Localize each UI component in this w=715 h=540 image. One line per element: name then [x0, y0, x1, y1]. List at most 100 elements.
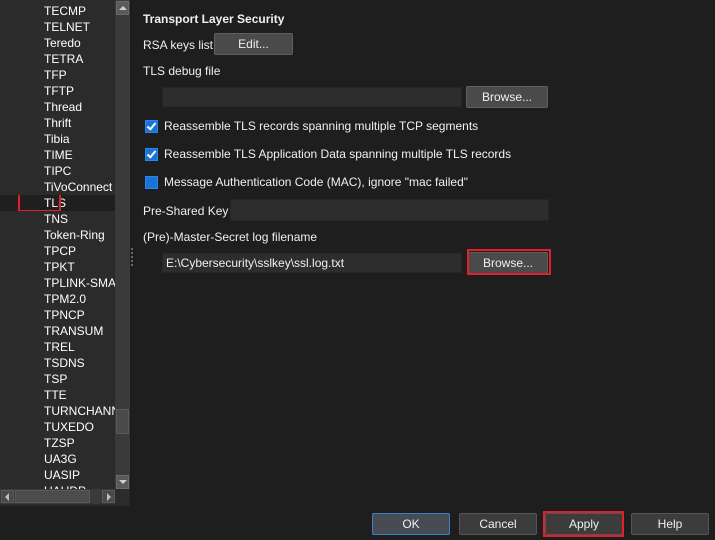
- protocol-item-label: TPCP: [44, 244, 77, 258]
- scroll-down-button[interactable]: [116, 475, 129, 489]
- protocol-item-label: TPKT: [44, 260, 75, 274]
- horizontal-scrollbar[interactable]: [0, 489, 115, 504]
- checkbox-unchecked-icon: [145, 175, 158, 189]
- mac-ignore-label: Message Authentication Code (MAC), ignor…: [164, 175, 469, 189]
- protocol-item-tzsp[interactable]: TZSP: [0, 435, 115, 451]
- vertical-scrollbar[interactable]: [115, 0, 130, 489]
- checkbox-checked-icon: [145, 119, 158, 133]
- protocol-item-tipc[interactable]: TIPC: [0, 163, 115, 179]
- protocol-tree: TECMP TELNET Teredo TETRA TFP TFTP Thread Thrif…: [0, 0, 131, 506]
- protocol-item-thrift[interactable]: Thrift: [0, 115, 115, 131]
- cancel-button[interactable]: Cancel: [459, 513, 537, 535]
- tls-debug-browse-button[interactable]: Browse...: [466, 86, 548, 108]
- protocol-item-tivoconnect[interactable]: TiVoConnect: [0, 179, 115, 195]
- scroll-right-button[interactable]: [102, 490, 115, 503]
- protocol-item-label: TRANSUM: [44, 324, 104, 338]
- rsa-keys-label: RSA keys list: [143, 38, 214, 52]
- protocol-item-tetra[interactable]: TETRA: [0, 51, 115, 67]
- protocol-list: TECMP TELNET Teredo TETRA TFP TFTP Thread Thrif…: [0, 0, 115, 489]
- protocol-item-label: TNS: [44, 212, 68, 226]
- scroll-up-button[interactable]: [116, 1, 129, 15]
- protocol-item-label: Teredo: [44, 36, 81, 50]
- protocol-item-tpcp[interactable]: TPCP: [0, 243, 115, 259]
- protocol-item-label: TELNET: [44, 20, 91, 34]
- protocol-item-label: TZSP: [44, 436, 75, 450]
- tls-preferences-panel: Transport Layer Security RSA keys list E…: [143, 0, 715, 506]
- protocol-item-label: TIPC: [44, 164, 72, 178]
- protocol-item-tns[interactable]: TNS: [0, 211, 115, 227]
- protocol-item-tuxedo[interactable]: TUXEDO: [0, 419, 115, 435]
- section-title: Transport Layer Security: [143, 12, 285, 26]
- protocol-item-label: TUXEDO: [44, 420, 95, 434]
- checkbox-checked-icon: [145, 147, 158, 161]
- protocol-item-label: TIME: [44, 148, 73, 162]
- protocol-item-token-ring[interactable]: Token-Ring: [0, 227, 115, 243]
- pre-shared-key-input[interactable]: [230, 199, 549, 221]
- protocol-item-label: TFTP: [44, 84, 74, 98]
- protocol-item-uasip[interactable]: UASIP: [0, 467, 115, 483]
- protocol-item-trel[interactable]: TREL: [0, 339, 115, 355]
- master-secret-log-label: (Pre)-Master-Secret log filename: [143, 230, 318, 244]
- protocol-item-transum[interactable]: TRANSUM: [0, 323, 115, 339]
- protocol-item-tsp[interactable]: TSP: [0, 371, 115, 387]
- protocol-item-label: TiVoConnect: [44, 180, 113, 194]
- pre-shared-key-label: Pre-Shared Key: [143, 204, 229, 218]
- protocol-item-label: TURNCHANNEL: [44, 404, 115, 418]
- annotation-highlight-browse: [467, 249, 551, 275]
- splitter-handle[interactable]: [131, 248, 134, 268]
- master-secret-log-input[interactable]: E:\Cybersecurity\sslkey\ssl.log.txt: [162, 253, 462, 273]
- help-button[interactable]: Help: [631, 513, 709, 535]
- tls-debug-file-input[interactable]: [162, 87, 462, 107]
- reassemble-tcp-label: Reassemble TLS records spanning multiple…: [164, 119, 479, 133]
- protocol-item-tls[interactable]: TLS: [0, 195, 115, 211]
- protocol-item-label: TPM2.0: [44, 292, 87, 306]
- horizontal-scroll-thumb[interactable]: [15, 490, 90, 503]
- protocol-item-label: TETRA: [44, 52, 84, 66]
- vertical-scroll-thumb[interactable]: [116, 409, 129, 434]
- protocol-item-label: TSDNS: [44, 356, 85, 370]
- protocol-item-tsdns[interactable]: TSDNS: [0, 355, 115, 371]
- arrow-down-icon: [119, 480, 127, 484]
- annotation-highlight-apply: [543, 511, 624, 537]
- tls-debug-file-label: TLS debug file: [143, 64, 221, 78]
- protocol-item-tpncp[interactable]: TPNCP: [0, 307, 115, 323]
- protocol-item-tfp[interactable]: TFP: [0, 67, 115, 83]
- reassemble-app-data-checkbox[interactable]: Reassemble TLS Application Data spanning…: [145, 146, 511, 162]
- reassemble-app-data-label: Reassemble TLS Application Data spanning…: [164, 147, 512, 161]
- protocol-item-label: TSP: [44, 372, 68, 386]
- annotation-highlight-tls: [18, 195, 61, 211]
- protocol-item-teredo[interactable]: Teredo: [0, 35, 115, 51]
- protocol-item-label: Thread: [44, 100, 83, 114]
- arrow-left-icon: [5, 493, 9, 501]
- rsa-keys-edit-button[interactable]: Edit...: [214, 33, 293, 55]
- protocol-item-label: Thrift: [44, 116, 72, 130]
- protocol-item-label: UASIP: [44, 468, 81, 482]
- protocol-item-tibia[interactable]: Tibia: [0, 131, 115, 147]
- protocol-item-label: Tibia: [44, 132, 70, 146]
- protocol-item-label: TECMP: [44, 4, 86, 18]
- protocol-item-telnet[interactable]: TELNET: [0, 19, 115, 35]
- protocol-item-tftp[interactable]: TFTP: [0, 83, 115, 99]
- protocol-item-time[interactable]: TIME: [0, 147, 115, 163]
- protocol-item-tpm2-0[interactable]: TPM2.0: [0, 291, 115, 307]
- protocol-item-label: TFP: [44, 68, 67, 82]
- arrow-up-icon: [119, 6, 127, 10]
- protocol-item-tplink-smart[interactable]: TPLINK-SMART: [0, 275, 115, 291]
- reassemble-tcp-checkbox[interactable]: Reassemble TLS records spanning multiple…: [145, 118, 478, 134]
- protocol-item-label: TPLINK-SMART: [44, 276, 115, 290]
- protocol-item-label: Token-Ring: [44, 228, 105, 242]
- ok-button[interactable]: OK: [372, 513, 450, 535]
- protocol-item-label: TTE: [44, 388, 67, 402]
- protocol-item-tecmp[interactable]: TECMP: [0, 3, 115, 19]
- mac-ignore-checkbox[interactable]: Message Authentication Code (MAC), ignor…: [145, 174, 468, 190]
- protocol-item-label: UA3G: [44, 452, 77, 466]
- protocol-item-tpkt[interactable]: TPKT: [0, 259, 115, 275]
- scroll-left-button[interactable]: [1, 490, 14, 503]
- protocol-item-tte[interactable]: TTE: [0, 387, 115, 403]
- arrow-right-icon: [107, 493, 111, 501]
- protocol-item-turnchannel[interactable]: TURNCHANNEL: [0, 403, 115, 419]
- protocol-item-thread[interactable]: Thread: [0, 99, 115, 115]
- protocol-item-label: TREL: [44, 340, 75, 354]
- protocol-item-label: TPNCP: [44, 308, 85, 322]
- protocol-item-ua3g[interactable]: UA3G: [0, 451, 115, 467]
